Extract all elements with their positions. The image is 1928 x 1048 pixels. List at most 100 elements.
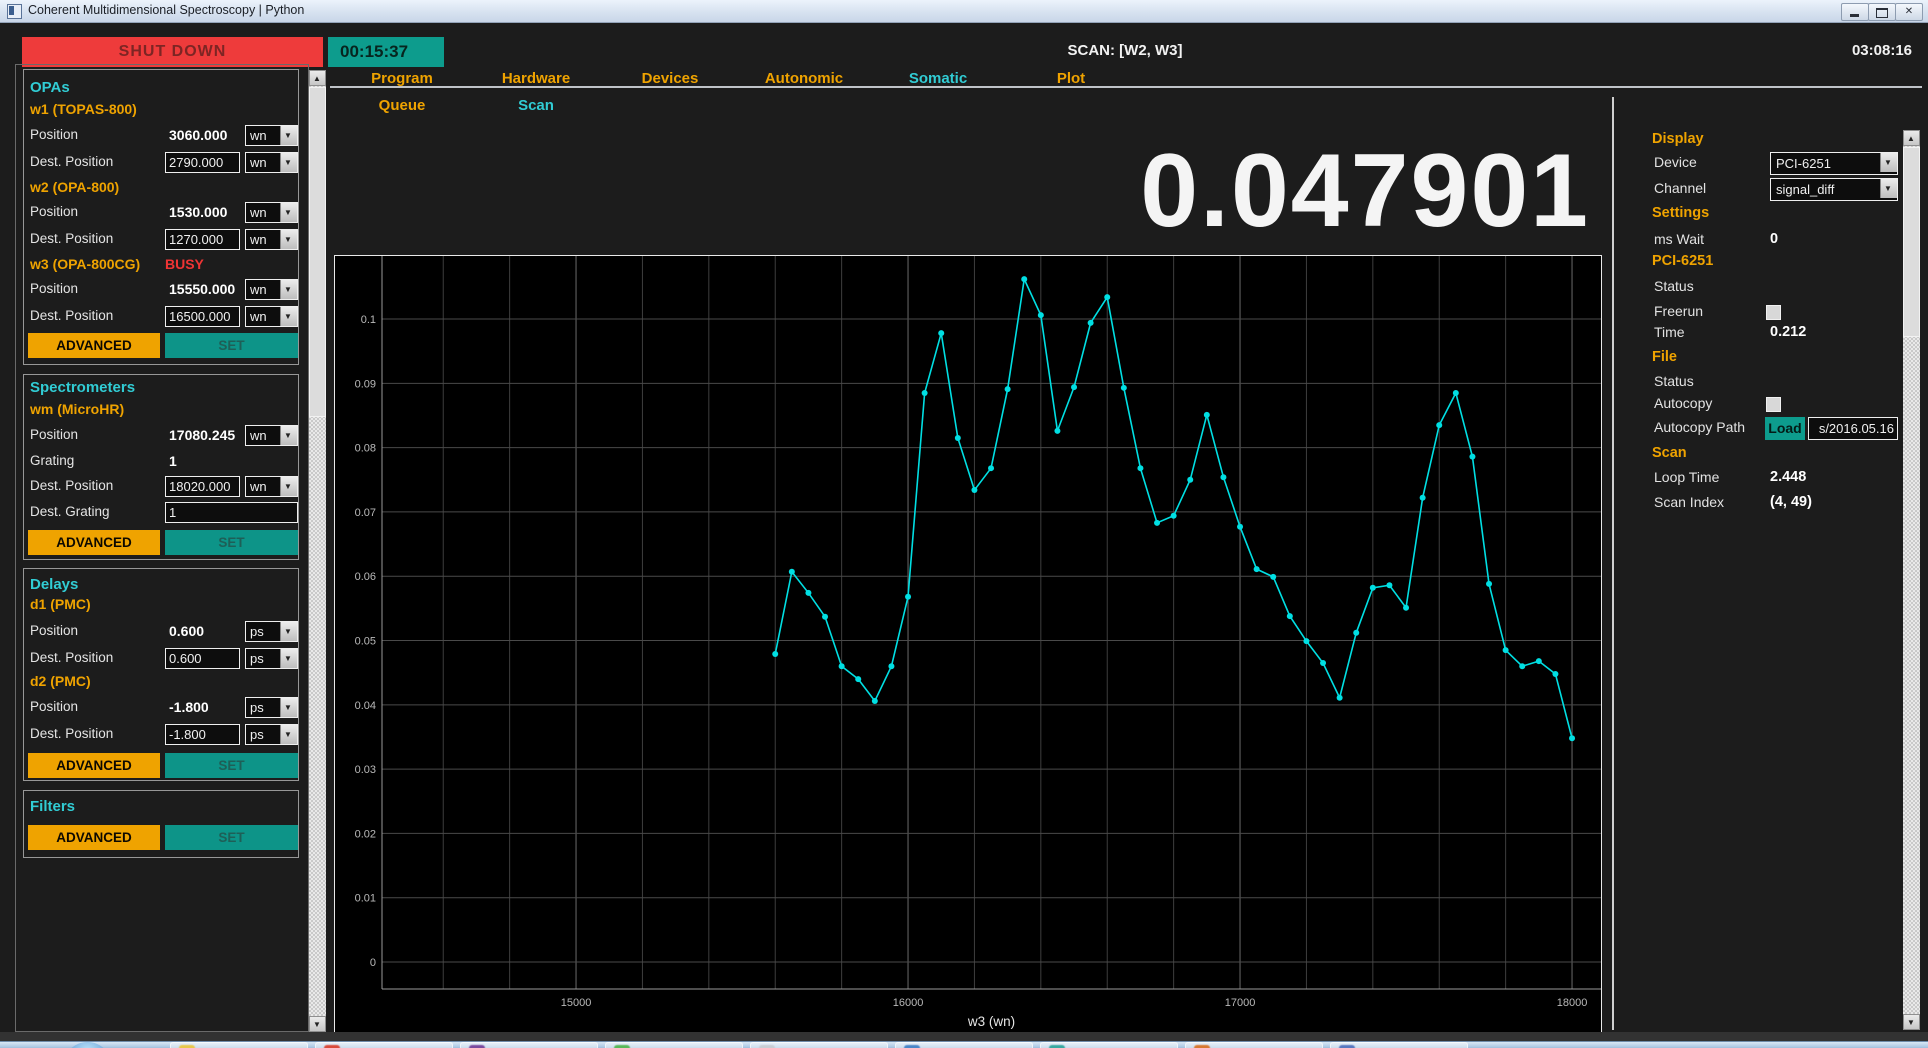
titlebar[interactable]: Coherent Multidimensional Spectroscopy |… xyxy=(0,0,1928,23)
chevron-down-icon[interactable] xyxy=(280,698,297,717)
w1-dest-label: Dest. Position xyxy=(30,154,113,169)
tab-hardware[interactable]: Hardware xyxy=(476,70,596,87)
maximize-button[interactable] xyxy=(1868,3,1896,21)
spectrometers-advanced-button[interactable]: ADVANCED xyxy=(28,530,160,555)
d2-dest-input[interactable] xyxy=(165,724,240,745)
plot-data-point xyxy=(1270,574,1276,580)
opas-header: OPAs xyxy=(30,79,70,96)
tab-autonomic[interactable]: Autonomic xyxy=(744,70,864,87)
spectrometers-set-button[interactable]: SET xyxy=(165,530,298,555)
chevron-down-icon[interactable] xyxy=(1880,179,1897,198)
chevron-down-icon[interactable] xyxy=(1880,153,1897,172)
taskbar-app-icon xyxy=(1049,1045,1065,1048)
right-scrollbar-down-icon[interactable] xyxy=(1903,1014,1920,1030)
left-scrollbar-down-icon[interactable] xyxy=(309,1016,326,1032)
tab-plot[interactable]: Plot xyxy=(1011,70,1131,87)
loop-time-label: Loop Time xyxy=(1654,469,1719,485)
w2-dest-label: Dest. Position xyxy=(30,231,113,246)
app-window: Coherent Multidimensional Spectroscopy |… xyxy=(0,0,1928,1048)
taskbar-button[interactable] xyxy=(1330,1042,1468,1048)
d2-position-units-select[interactable]: ps xyxy=(245,697,298,718)
right-scrollbar-up-icon[interactable] xyxy=(1903,130,1920,146)
d1-dest-input[interactable] xyxy=(165,648,240,669)
load-button[interactable]: Load xyxy=(1765,417,1805,440)
plot-data-point xyxy=(1054,428,1060,434)
w3-position-units-select[interactable]: wn xyxy=(245,279,298,300)
d1-dest-units-select[interactable]: ps xyxy=(245,648,298,669)
taskbar-button[interactable] xyxy=(895,1042,1033,1048)
chevron-down-icon[interactable] xyxy=(280,477,297,496)
taskbar-button[interactable] xyxy=(1185,1042,1323,1048)
w2-position-units-select[interactable]: wn xyxy=(245,202,298,223)
channel-select[interactable]: signal_diff xyxy=(1770,178,1898,201)
plot-data-point xyxy=(1171,513,1177,519)
plot-data-point xyxy=(1552,671,1558,677)
autocopy-path-label: Autocopy Path xyxy=(1654,419,1745,435)
tab-devices[interactable]: Devices xyxy=(610,70,730,87)
taskbar-button[interactable] xyxy=(1040,1042,1178,1048)
scan-plot[interactable]: 00.010.020.030.040.050.060.070.080.090.1… xyxy=(334,255,1602,1033)
w1-dest-units-select[interactable]: wn xyxy=(245,152,298,173)
plot-data-point xyxy=(1420,495,1426,501)
chevron-down-icon[interactable] xyxy=(280,307,297,326)
d2-dest-units-select[interactable]: ps xyxy=(245,724,298,745)
chevron-down-icon[interactable] xyxy=(280,426,297,445)
chevron-down-icon[interactable] xyxy=(280,622,297,641)
w1-position-units-select[interactable]: wn xyxy=(245,125,298,146)
w1-dest-input[interactable] xyxy=(165,152,240,173)
chevron-down-icon[interactable] xyxy=(280,725,297,744)
w2-dest-units-select[interactable]: wn xyxy=(245,229,298,250)
left-scrollbar-up-icon[interactable] xyxy=(309,70,326,86)
autocopy-checkbox[interactable] xyxy=(1766,397,1781,412)
tab-program[interactable]: Program xyxy=(342,70,462,87)
device-select[interactable]: PCI-6251 xyxy=(1770,152,1898,175)
time-value: 0.212 xyxy=(1770,324,1806,340)
chevron-down-icon[interactable] xyxy=(280,153,297,172)
wm-dest-units-select[interactable]: wn xyxy=(245,476,298,497)
file-header: File xyxy=(1652,349,1677,365)
chevron-down-icon[interactable] xyxy=(280,649,297,668)
taskbar-button[interactable] xyxy=(750,1042,888,1048)
wm-dest-input[interactable] xyxy=(165,476,240,497)
wm-position-units-select[interactable]: wn xyxy=(245,425,298,446)
taskbar-button[interactable] xyxy=(460,1042,598,1048)
minimize-button[interactable] xyxy=(1841,3,1869,21)
filters-advanced-button[interactable]: ADVANCED xyxy=(28,825,160,850)
chevron-down-icon[interactable] xyxy=(280,230,297,249)
close-button[interactable] xyxy=(1895,3,1923,21)
plot-data-point xyxy=(1353,630,1359,636)
w1-position-label: Position xyxy=(30,127,78,142)
autocopy-path-input[interactable]: s/2016.05.16 xyxy=(1808,417,1898,440)
chevron-down-icon[interactable] xyxy=(280,126,297,145)
window-title: Coherent Multidimensional Spectroscopy |… xyxy=(28,3,304,17)
taskbar-button[interactable] xyxy=(170,1042,308,1048)
filters-set-button[interactable]: SET xyxy=(165,825,298,850)
delays-set-button[interactable]: SET xyxy=(165,753,298,778)
delays-advanced-button[interactable]: ADVANCED xyxy=(28,753,160,778)
tab-somatic[interactable]: Somatic xyxy=(878,70,998,87)
plot-data-point xyxy=(922,390,928,396)
opas-set-button[interactable]: SET xyxy=(165,333,298,358)
subtab-queue[interactable]: Queue xyxy=(342,97,462,114)
shutdown-button[interactable]: SHUT DOWN xyxy=(22,37,323,67)
plot-ytick-label: 0.06 xyxy=(355,571,376,583)
right-scrollbar-thumb[interactable] xyxy=(1903,147,1920,337)
chevron-down-icon[interactable] xyxy=(280,203,297,222)
w3-dest-input[interactable] xyxy=(165,306,240,327)
d1-position-units-select[interactable]: ps xyxy=(245,621,298,642)
plot-data-point xyxy=(1137,465,1143,471)
plot-data-point xyxy=(1370,585,1376,591)
taskbar-button[interactable] xyxy=(315,1042,453,1048)
w2-dest-input[interactable] xyxy=(165,229,240,250)
wm-dest-grating-input[interactable] xyxy=(165,502,298,523)
left-scrollbar-thumb[interactable] xyxy=(309,87,326,417)
subtab-scan[interactable]: Scan xyxy=(476,97,596,114)
taskbar-button[interactable] xyxy=(605,1042,743,1048)
plot-data-point xyxy=(1320,660,1326,666)
plot-data-point xyxy=(772,651,778,657)
opas-advanced-button[interactable]: ADVANCED xyxy=(28,333,160,358)
plot-data-point xyxy=(1519,663,1525,669)
chevron-down-icon[interactable] xyxy=(280,280,297,299)
freerun-checkbox[interactable] xyxy=(1766,305,1781,320)
w3-dest-units-select[interactable]: wn xyxy=(245,306,298,327)
